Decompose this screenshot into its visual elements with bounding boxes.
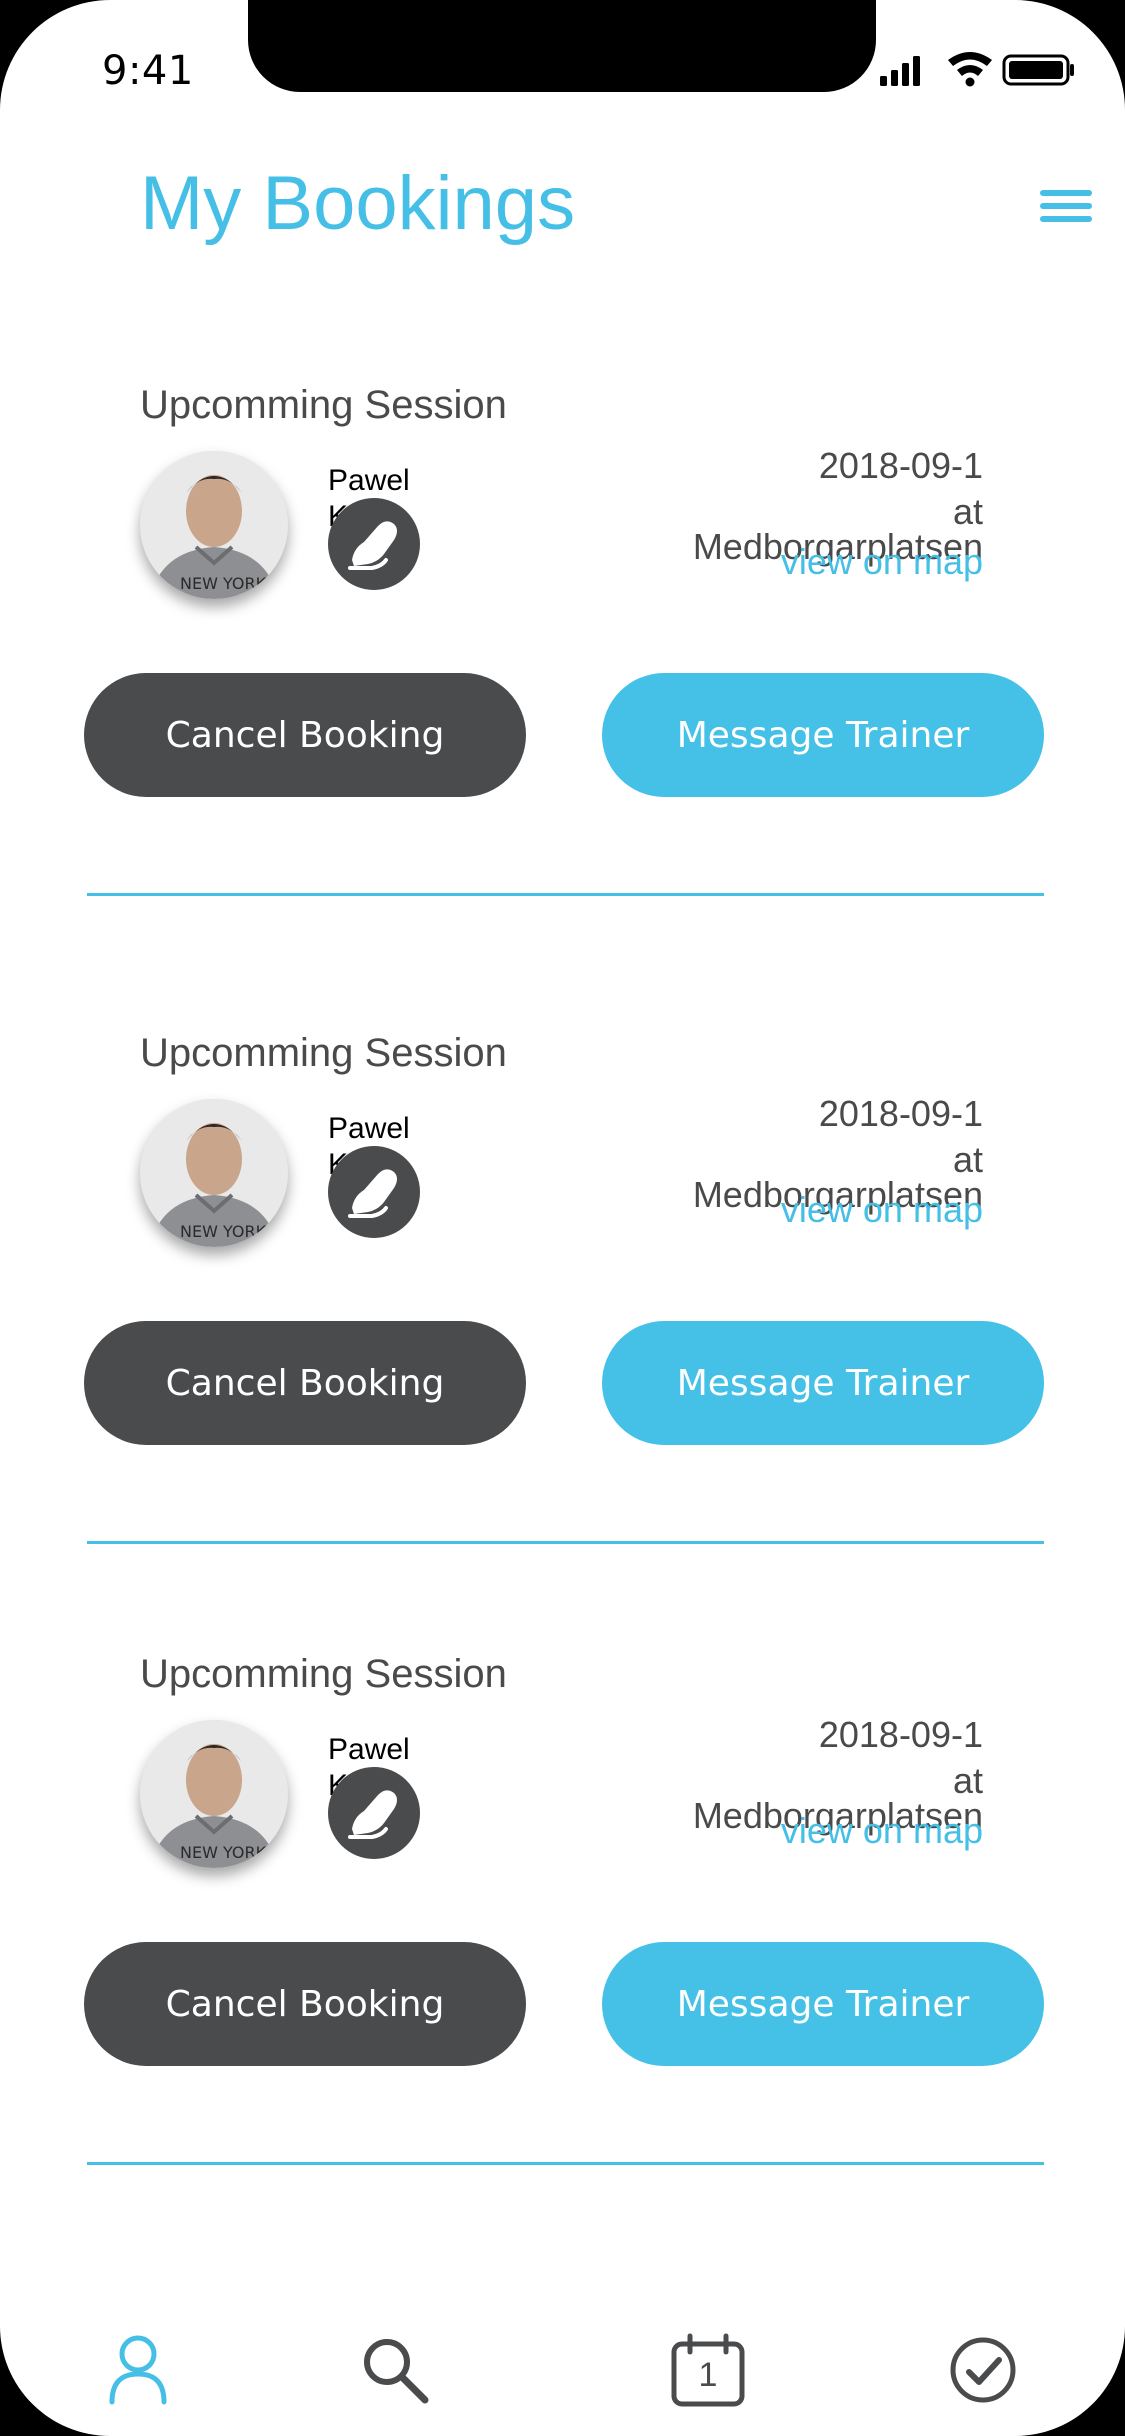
view-on-map-link[interactable]: view on map xyxy=(781,1189,983,1231)
menu-icon[interactable] xyxy=(1040,190,1092,226)
device-notch xyxy=(248,0,876,92)
card-divider xyxy=(87,893,1044,896)
check-circle-icon[interactable] xyxy=(943,2330,1023,2410)
trainer-avatar[interactable]: NEW YORK xyxy=(140,1099,288,1247)
view-on-map-link[interactable]: view on map xyxy=(781,1810,983,1852)
svg-text:NEW YORK: NEW YORK xyxy=(180,574,267,593)
svg-text:NEW YORK: NEW YORK xyxy=(180,1222,267,1241)
cancel-booking-button[interactable]: Cancel Booking xyxy=(84,673,526,797)
session-heading: Upcomming Session xyxy=(140,383,507,427)
status-icons xyxy=(880,52,1074,87)
message-trainer-button[interactable]: Message Trainer xyxy=(602,1321,1044,1445)
cancel-booking-button[interactable]: Cancel Booking xyxy=(84,1942,526,2066)
trainer-avatar[interactable]: NEW YORK xyxy=(140,451,288,599)
battery-icon xyxy=(1002,54,1074,86)
booking-card: Upcomming Session NEW YORK Pawel Krupa 2… xyxy=(0,383,1125,983)
app-screen: 9:41 My Bookings Upcomming Session NEW Y… xyxy=(0,0,1125,2436)
profile-icon[interactable] xyxy=(98,2330,178,2410)
message-trainer-button[interactable]: Message Trainer xyxy=(602,1942,1044,2066)
session-date: 2018-09-1 xyxy=(818,1093,983,1134)
cancel-booking-button[interactable]: Cancel Booking xyxy=(84,1321,526,1445)
session-date: 2018-09-1 xyxy=(818,1714,983,1755)
session-date: 2018-09-1 xyxy=(818,445,983,486)
running-shoe-icon xyxy=(328,498,420,590)
signal-icon xyxy=(880,56,920,86)
calendar-icon[interactable]: 1 xyxy=(668,2330,748,2410)
tab-bar: 1 xyxy=(0,2330,1125,2430)
calendar-day: 1 xyxy=(698,2356,718,2394)
svg-text:NEW YORK: NEW YORK xyxy=(180,1843,267,1862)
message-trainer-button[interactable]: Message Trainer xyxy=(602,673,1044,797)
booking-card: Upcomming Session NEW YORK Pawel Krupa 2… xyxy=(0,1031,1125,1631)
status-time: 9:41 xyxy=(102,48,194,94)
session-heading: Upcomming Session xyxy=(140,1652,507,1696)
running-shoe-icon xyxy=(328,1767,420,1859)
card-divider xyxy=(87,1541,1044,1544)
wifi-icon xyxy=(948,52,992,87)
trainer-avatar[interactable]: NEW YORK xyxy=(140,1720,288,1868)
booking-card: Upcomming Session NEW YORK Pawel Krupa 2… xyxy=(0,1652,1125,2252)
card-divider xyxy=(87,2162,1044,2165)
search-icon[interactable] xyxy=(355,2330,435,2410)
session-heading: Upcomming Session xyxy=(140,1031,507,1075)
page-title: My Bookings xyxy=(140,161,576,246)
view-on-map-link[interactable]: view on map xyxy=(781,541,983,583)
running-shoe-icon xyxy=(328,1146,420,1238)
